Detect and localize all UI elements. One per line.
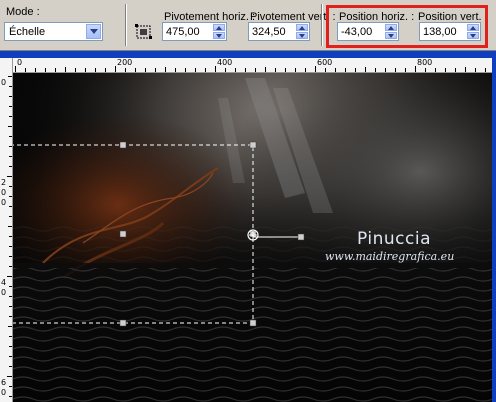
pivot-horiz-field[interactable]: 475,00 <box>162 22 227 41</box>
ruler-label: 6 <box>1 378 7 387</box>
pivot-vert-field[interactable]: 324,50 <box>248 22 310 41</box>
ruler-label: 0 <box>1 198 7 207</box>
ruler-label: 400 <box>217 58 233 67</box>
ruler-label: 2 <box>1 178 7 187</box>
ruler-label: 800 <box>417 58 433 67</box>
watermark-title: Pinuccia <box>357 229 431 249</box>
ruler-label: 0 <box>1 388 7 397</box>
spin-up-icon <box>299 26 305 30</box>
ruler-label: 0 <box>1 78 7 87</box>
chevron-down-icon <box>90 29 98 34</box>
tool-options-toolbar: Mode : Échelle Pivotement horiz. : 475,0… <box>0 0 496 51</box>
deform-tool-icon[interactable] <box>135 23 153 41</box>
pivot-vert-value: 324,50 <box>252 26 286 38</box>
mode-label: Mode : <box>6 6 40 18</box>
position-highlight-box <box>326 5 488 48</box>
mode-value: Échelle <box>9 26 46 38</box>
toolbar-separator <box>125 4 127 46</box>
ruler-label: 0 <box>17 58 23 67</box>
left-ruler: 0 2 0 0 4 0 6 0 <box>0 58 13 402</box>
spin-down-icon <box>216 34 222 38</box>
ruler-label: 200 <box>117 58 133 67</box>
pivot-vert-up-button[interactable] <box>296 24 308 31</box>
ruler-label: 4 <box>1 278 7 287</box>
ruler-label: 0 <box>1 188 7 197</box>
ruler-label: 600 <box>317 58 333 67</box>
spin-up-icon <box>216 26 222 30</box>
mode-select[interactable]: Échelle <box>4 22 103 41</box>
pivot-vert-down-button[interactable] <box>296 32 308 39</box>
mode-dropdown-button[interactable] <box>86 24 101 39</box>
spin-down-icon <box>299 34 305 38</box>
watermark-url: www.maidiregrafica.eu <box>325 250 455 263</box>
pivot-horiz-up-button[interactable] <box>213 24 225 31</box>
left-ruler-ticks <box>7 76 12 397</box>
pivot-horiz-value: 475,00 <box>166 26 200 38</box>
ruler-label: 0 <box>1 288 7 297</box>
top-ruler: 0 200 400 600 800 <box>12 58 492 73</box>
pivot-horiz-down-button[interactable] <box>213 32 225 39</box>
toolbar-separator <box>321 4 323 46</box>
